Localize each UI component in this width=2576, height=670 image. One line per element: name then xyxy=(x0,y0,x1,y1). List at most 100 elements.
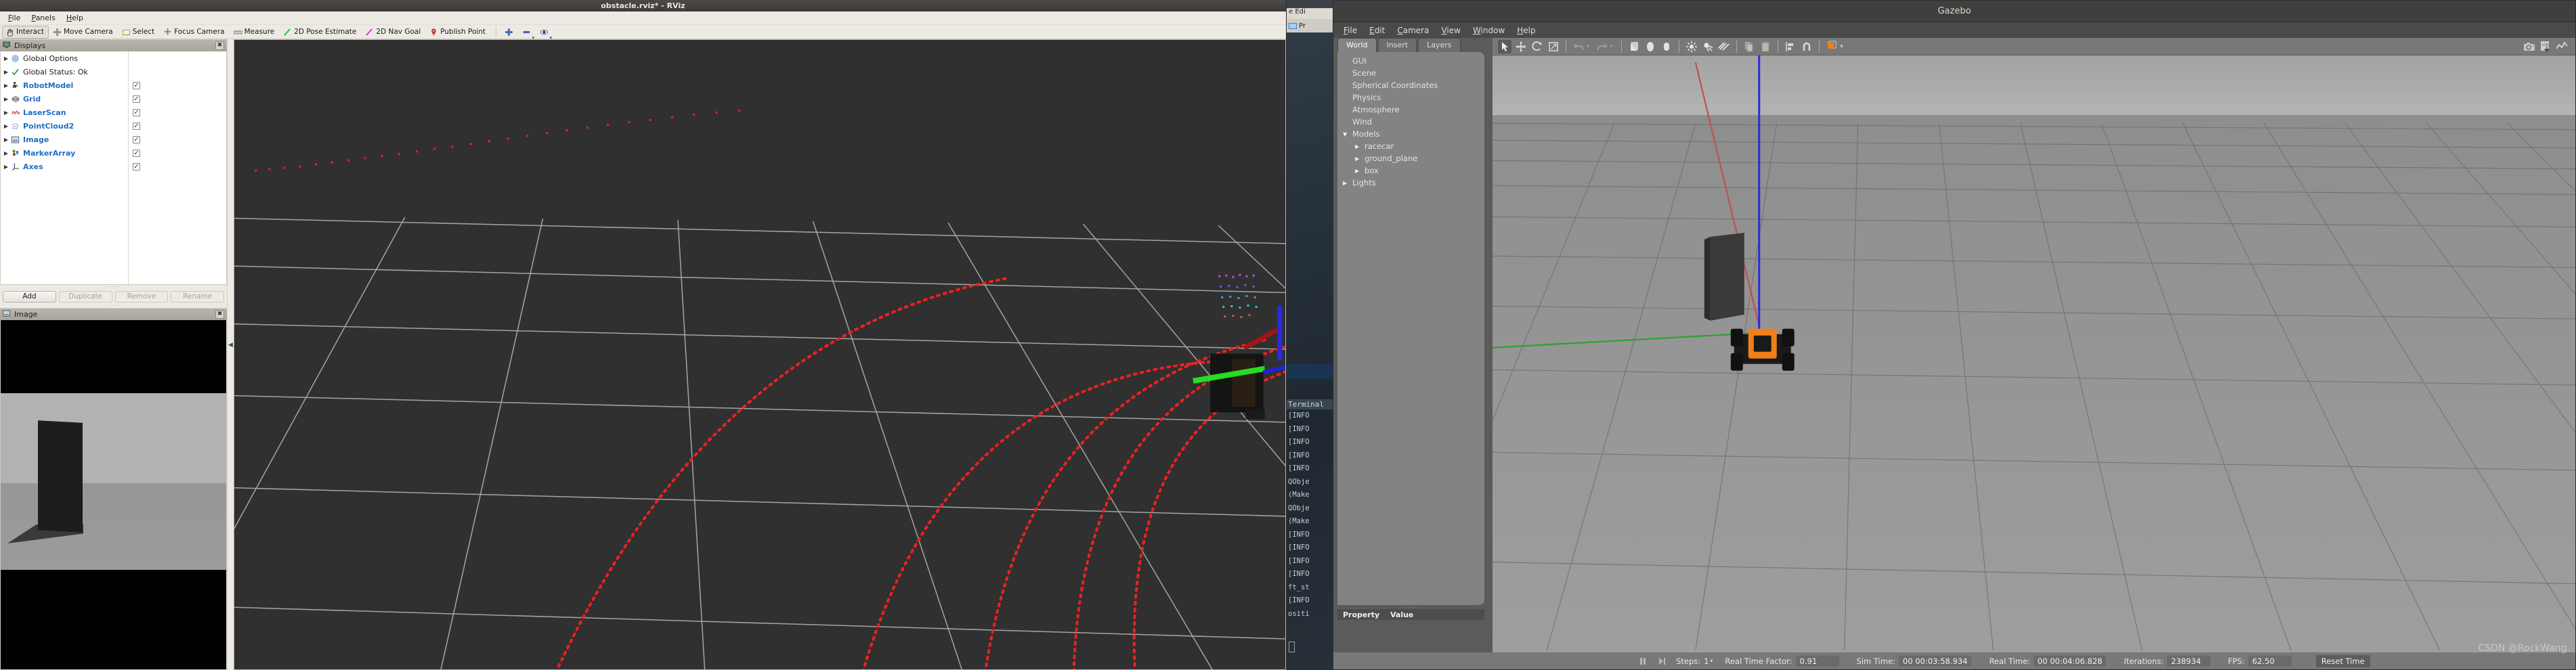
remove-button[interactable]: Remove xyxy=(114,290,169,303)
rviz-3d-render-view[interactable] xyxy=(234,39,1286,670)
gz-menu-file[interactable]: File xyxy=(1337,24,1363,37)
rename-button[interactable]: Rename xyxy=(171,290,224,303)
copy-icon[interactable] xyxy=(1742,40,1756,53)
displays-panel-close-icon[interactable]: ✖ xyxy=(215,41,224,50)
splitter-collapse-icon[interactable]: ◀ xyxy=(228,342,233,349)
expand-arrow-icon[interactable]: ▶ xyxy=(2,55,10,62)
world-item-atmosphere[interactable]: Atmosphere xyxy=(1337,104,1484,116)
tool-interact[interactable]: Interact xyxy=(2,25,49,39)
tree-row-axes[interactable]: ▶ Axes ✓ xyxy=(1,160,226,173)
gz-menu-camera[interactable]: Camera xyxy=(1391,24,1435,37)
align-icon[interactable] xyxy=(1784,40,1797,53)
world-item-gui[interactable]: GUI xyxy=(1337,55,1484,67)
expand-arrow-icon[interactable]: ▶ xyxy=(2,123,10,129)
sphere-icon[interactable] xyxy=(1644,40,1657,53)
pause-icon[interactable] xyxy=(1638,656,1648,666)
gz-menu-help[interactable]: Help xyxy=(1511,24,1541,37)
expand-arrow-icon[interactable]: ▶ xyxy=(2,110,10,116)
redo-icon[interactable] xyxy=(1595,40,1609,53)
tool-add-plus[interactable] xyxy=(501,26,518,39)
paste-icon[interactable] xyxy=(1759,40,1772,53)
world-item-box[interactable]: ▶ box xyxy=(1337,164,1484,177)
tool-visibility-eye[interactable]: ▾ xyxy=(536,26,553,41)
image-panel-close-icon[interactable]: ✖ xyxy=(215,310,224,319)
checkbox-pointcloud2[interactable]: ✓ xyxy=(133,122,140,130)
terminal-tabbar[interactable]: Pr xyxy=(1287,19,1334,32)
step-icon[interactable] xyxy=(1657,656,1667,666)
world-item-lights[interactable]: ▶ Lights xyxy=(1337,177,1484,189)
checkbox-image[interactable]: ✓ xyxy=(133,135,140,143)
gz-menu-window[interactable]: Window xyxy=(1467,24,1511,37)
duplicate-button[interactable]: Duplicate xyxy=(58,290,112,303)
screenshot-icon[interactable] xyxy=(2523,40,2536,53)
world-item-wind[interactable]: Wind xyxy=(1337,116,1484,128)
tree-row-global-status[interactable]: ▶ Global Status: Ok xyxy=(1,65,226,79)
snap-icon[interactable] xyxy=(1800,40,1813,53)
tree-row-image[interactable]: ▶ Image ✓ xyxy=(1,133,226,146)
world-item-models[interactable]: ▼ Models xyxy=(1337,128,1484,140)
select-arrow-icon[interactable] xyxy=(1498,39,1511,53)
directional-light-icon[interactable] xyxy=(1717,40,1731,53)
expand-arrow-icon[interactable]: ▶ xyxy=(2,164,10,170)
expand-arrow-icon[interactable]: ▶ xyxy=(2,83,10,89)
steps-dropdown-icon[interactable]: ▾ xyxy=(1710,658,1713,664)
tab-world[interactable]: World xyxy=(1337,38,1377,52)
expand-arrow-icon[interactable]: ▶ xyxy=(1355,156,1359,162)
tab-insert[interactable]: Insert xyxy=(1377,38,1417,52)
displays-tree[interactable]: ▶ Global Options ▶ Global Status: Ok ▶ R… xyxy=(0,51,227,285)
checkbox-laserscan[interactable]: ✓ xyxy=(133,108,140,116)
plot-icon[interactable] xyxy=(2555,40,2569,53)
add-button[interactable]: Add xyxy=(3,290,56,303)
tool-select[interactable]: Select xyxy=(119,26,159,39)
tree-row-grid[interactable]: ▶ Grid ✓ xyxy=(1,92,226,106)
expand-arrow-icon[interactable]: ▶ xyxy=(2,96,10,102)
world-item-spherical-coordinates[interactable]: Spherical Coordinates xyxy=(1337,79,1484,91)
checkbox-grid[interactable]: ✓ xyxy=(133,95,140,103)
checkbox-robotmodel[interactable]: ✓ xyxy=(133,81,140,89)
undo-icon[interactable] xyxy=(1572,40,1585,53)
terminal-window[interactable]: e Edi Pr Terminal [INFO [INFO [INFO [INF… xyxy=(1287,0,1334,670)
gazebo-world-tree[interactable]: GUI Scene Spherical Coordinates Physics … xyxy=(1337,52,1484,605)
collapse-arrow-icon[interactable]: ▼ xyxy=(1343,131,1347,137)
point-light-icon[interactable] xyxy=(1685,40,1698,53)
tool-2d-pose-estimate[interactable]: 2D Pose Estimate xyxy=(280,26,361,39)
gz-menu-view[interactable]: View xyxy=(1435,24,1466,37)
expand-arrow-icon[interactable]: ▶ xyxy=(2,69,10,75)
menu-file[interactable]: FFileile xyxy=(3,12,26,24)
tool-focus-camera[interactable]: Focus Camera xyxy=(160,26,230,39)
tree-row-pointcloud2[interactable]: ▶ PointCloud2 ✓ xyxy=(1,119,226,133)
tool-move-camera[interactable]: Move Camera xyxy=(49,26,118,39)
expand-arrow-icon[interactable]: ▶ xyxy=(2,137,10,143)
steps-value[interactable]: 1 xyxy=(1704,656,1709,666)
tool-remove-minus[interactable]: ▾ xyxy=(519,26,536,41)
gazebo-3d-viewport[interactable] xyxy=(1493,55,2575,652)
rotate-icon[interactable] xyxy=(1530,40,1544,53)
reset-time-button[interactable]: Reset Time xyxy=(2315,654,2370,667)
box-icon[interactable] xyxy=(1627,40,1641,53)
tool-2d-nav-goal[interactable]: 2D Nav Goal xyxy=(362,26,425,39)
checkbox-markerarray[interactable]: ✓ xyxy=(133,149,140,157)
view-splitter[interactable]: ⋮ ◀ xyxy=(228,39,234,670)
tree-row-markerarray[interactable]: ▶ MarkerArray ✓ xyxy=(1,146,226,160)
world-item-scene[interactable]: Scene xyxy=(1337,67,1484,79)
world-item-racecar[interactable]: ▶ racecar xyxy=(1337,140,1484,152)
expand-arrow-icon[interactable]: ▶ xyxy=(1355,168,1359,174)
undo-dropdown-icon[interactable]: ▾ xyxy=(1587,43,1590,50)
checkbox-axes[interactable]: ✓ xyxy=(133,162,140,171)
cylinder-icon[interactable] xyxy=(1660,40,1673,53)
world-item-ground-plane[interactable]: ▶ ground_plane xyxy=(1337,152,1484,164)
menu-panels[interactable]: Panels xyxy=(26,12,60,24)
gz-menu-edit[interactable]: Edit xyxy=(1363,24,1391,37)
tool-publish-point[interactable]: Publish Point xyxy=(426,26,490,39)
view-angle-icon[interactable] xyxy=(1825,40,1839,53)
terminal-menubar[interactable]: e Edi xyxy=(1287,8,1334,19)
redo-dropdown-icon[interactable]: ▾ xyxy=(1610,43,1614,50)
expand-arrow-icon[interactable]: ▶ xyxy=(2,150,10,156)
tool-measure[interactable]: Measure xyxy=(230,26,280,39)
expand-arrow-icon[interactable]: ▶ xyxy=(1343,180,1347,186)
view-angle-dropdown-icon[interactable]: ▾ xyxy=(1840,43,1843,50)
tree-row-robotmodel[interactable]: ▶ RobotModel ✓ xyxy=(1,79,226,92)
log-save-icon[interactable]: LOG xyxy=(2539,40,2552,53)
spot-light-icon[interactable] xyxy=(1701,40,1715,53)
tab-layers[interactable]: Layers xyxy=(1418,38,1461,52)
